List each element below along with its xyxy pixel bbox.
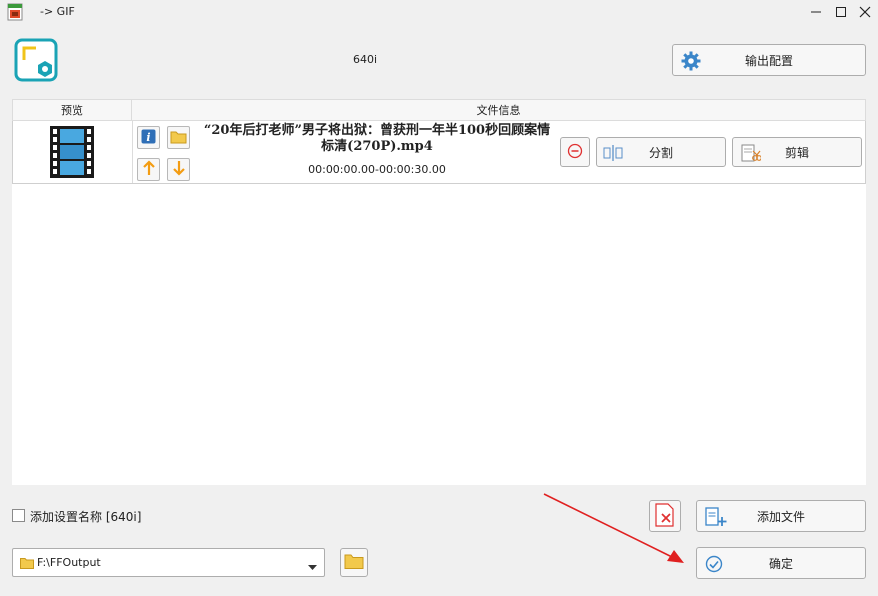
trim-button[interactable]: 剪辑 <box>732 137 862 167</box>
remove-icon <box>567 143 583 162</box>
column-header-file-info: 文件信息 <box>476 104 521 117</box>
film-strip-icon <box>48 126 96 178</box>
file-table: 预览 文件信息 i “20年后打老师”男子将出狱：曾获刑一年半100秒回顾案情 … <box>12 99 866 485</box>
clear-list-button[interactable] <box>649 500 681 532</box>
open-folder-button[interactable] <box>167 126 190 149</box>
gif-app-icon <box>6 3 24 21</box>
minimize-icon[interactable] <box>806 2 826 22</box>
column-header-preview: 预览 <box>13 100 132 122</box>
check-circle-icon <box>705 555 723 576</box>
move-down-button[interactable] <box>167 158 190 181</box>
maximize-icon[interactable] <box>831 2 851 22</box>
scissors-icon <box>741 144 762 165</box>
output-folder-value: F:\FFOutput <box>37 556 101 569</box>
output-folder-select[interactable]: F:\FFOutput <box>12 548 325 577</box>
browse-folder-button[interactable] <box>340 548 368 577</box>
add-preset-name-label: 添加设置名称 [640i] <box>30 510 142 524</box>
arrow-down-icon <box>172 160 186 179</box>
add-file-icon <box>705 507 727 530</box>
video-settings-icon <box>14 38 58 82</box>
svg-text:i: i <box>146 131 150 144</box>
info-button[interactable]: i <box>137 126 160 149</box>
window: -> GIF 640i 输出配置 预览 文件信息 i “20年后打老师”男子将出… <box>0 0 878 596</box>
file-name: “20年后打老师”男子将出狱：曾获刑一年半100秒回顾案情 标清(270P).m… <box>203 123 551 154</box>
ok-button[interactable]: 确定 <box>696 547 866 579</box>
output-config-label: 输出配置 <box>744 53 793 68</box>
title-bar: -> GIF <box>0 0 878 24</box>
add-file-button[interactable]: 添加文件 <box>696 500 866 532</box>
info-icon: i <box>141 129 156 147</box>
move-up-button[interactable] <box>137 158 160 181</box>
table-header: 预览 文件信息 <box>12 99 866 122</box>
window-title: -> GIF <box>40 5 75 18</box>
folder-icon <box>344 552 364 573</box>
gear-icon <box>681 51 701 74</box>
remove-button[interactable] <box>560 137 590 167</box>
time-range: 00:00:00.00-00:00:30.00 <box>308 163 446 176</box>
output-config-button[interactable]: 输出配置 <box>672 44 866 76</box>
folder-icon <box>20 557 34 572</box>
preset-name: 640i <box>352 53 378 66</box>
split-button[interactable]: 分割 <box>596 137 726 167</box>
column-divider <box>132 121 133 183</box>
folder-icon <box>170 129 187 147</box>
close-icon[interactable] <box>855 2 875 22</box>
add-preset-name-checkbox[interactable] <box>12 509 25 522</box>
split-icon <box>603 144 623 165</box>
clear-list-icon <box>654 502 676 530</box>
chevron-down-icon <box>308 560 317 574</box>
arrow-up-icon <box>142 160 156 179</box>
table-row[interactable]: i “20年后打老师”男子将出狱：曾获刑一年半100秒回顾案情 标清(270P)… <box>12 121 866 184</box>
